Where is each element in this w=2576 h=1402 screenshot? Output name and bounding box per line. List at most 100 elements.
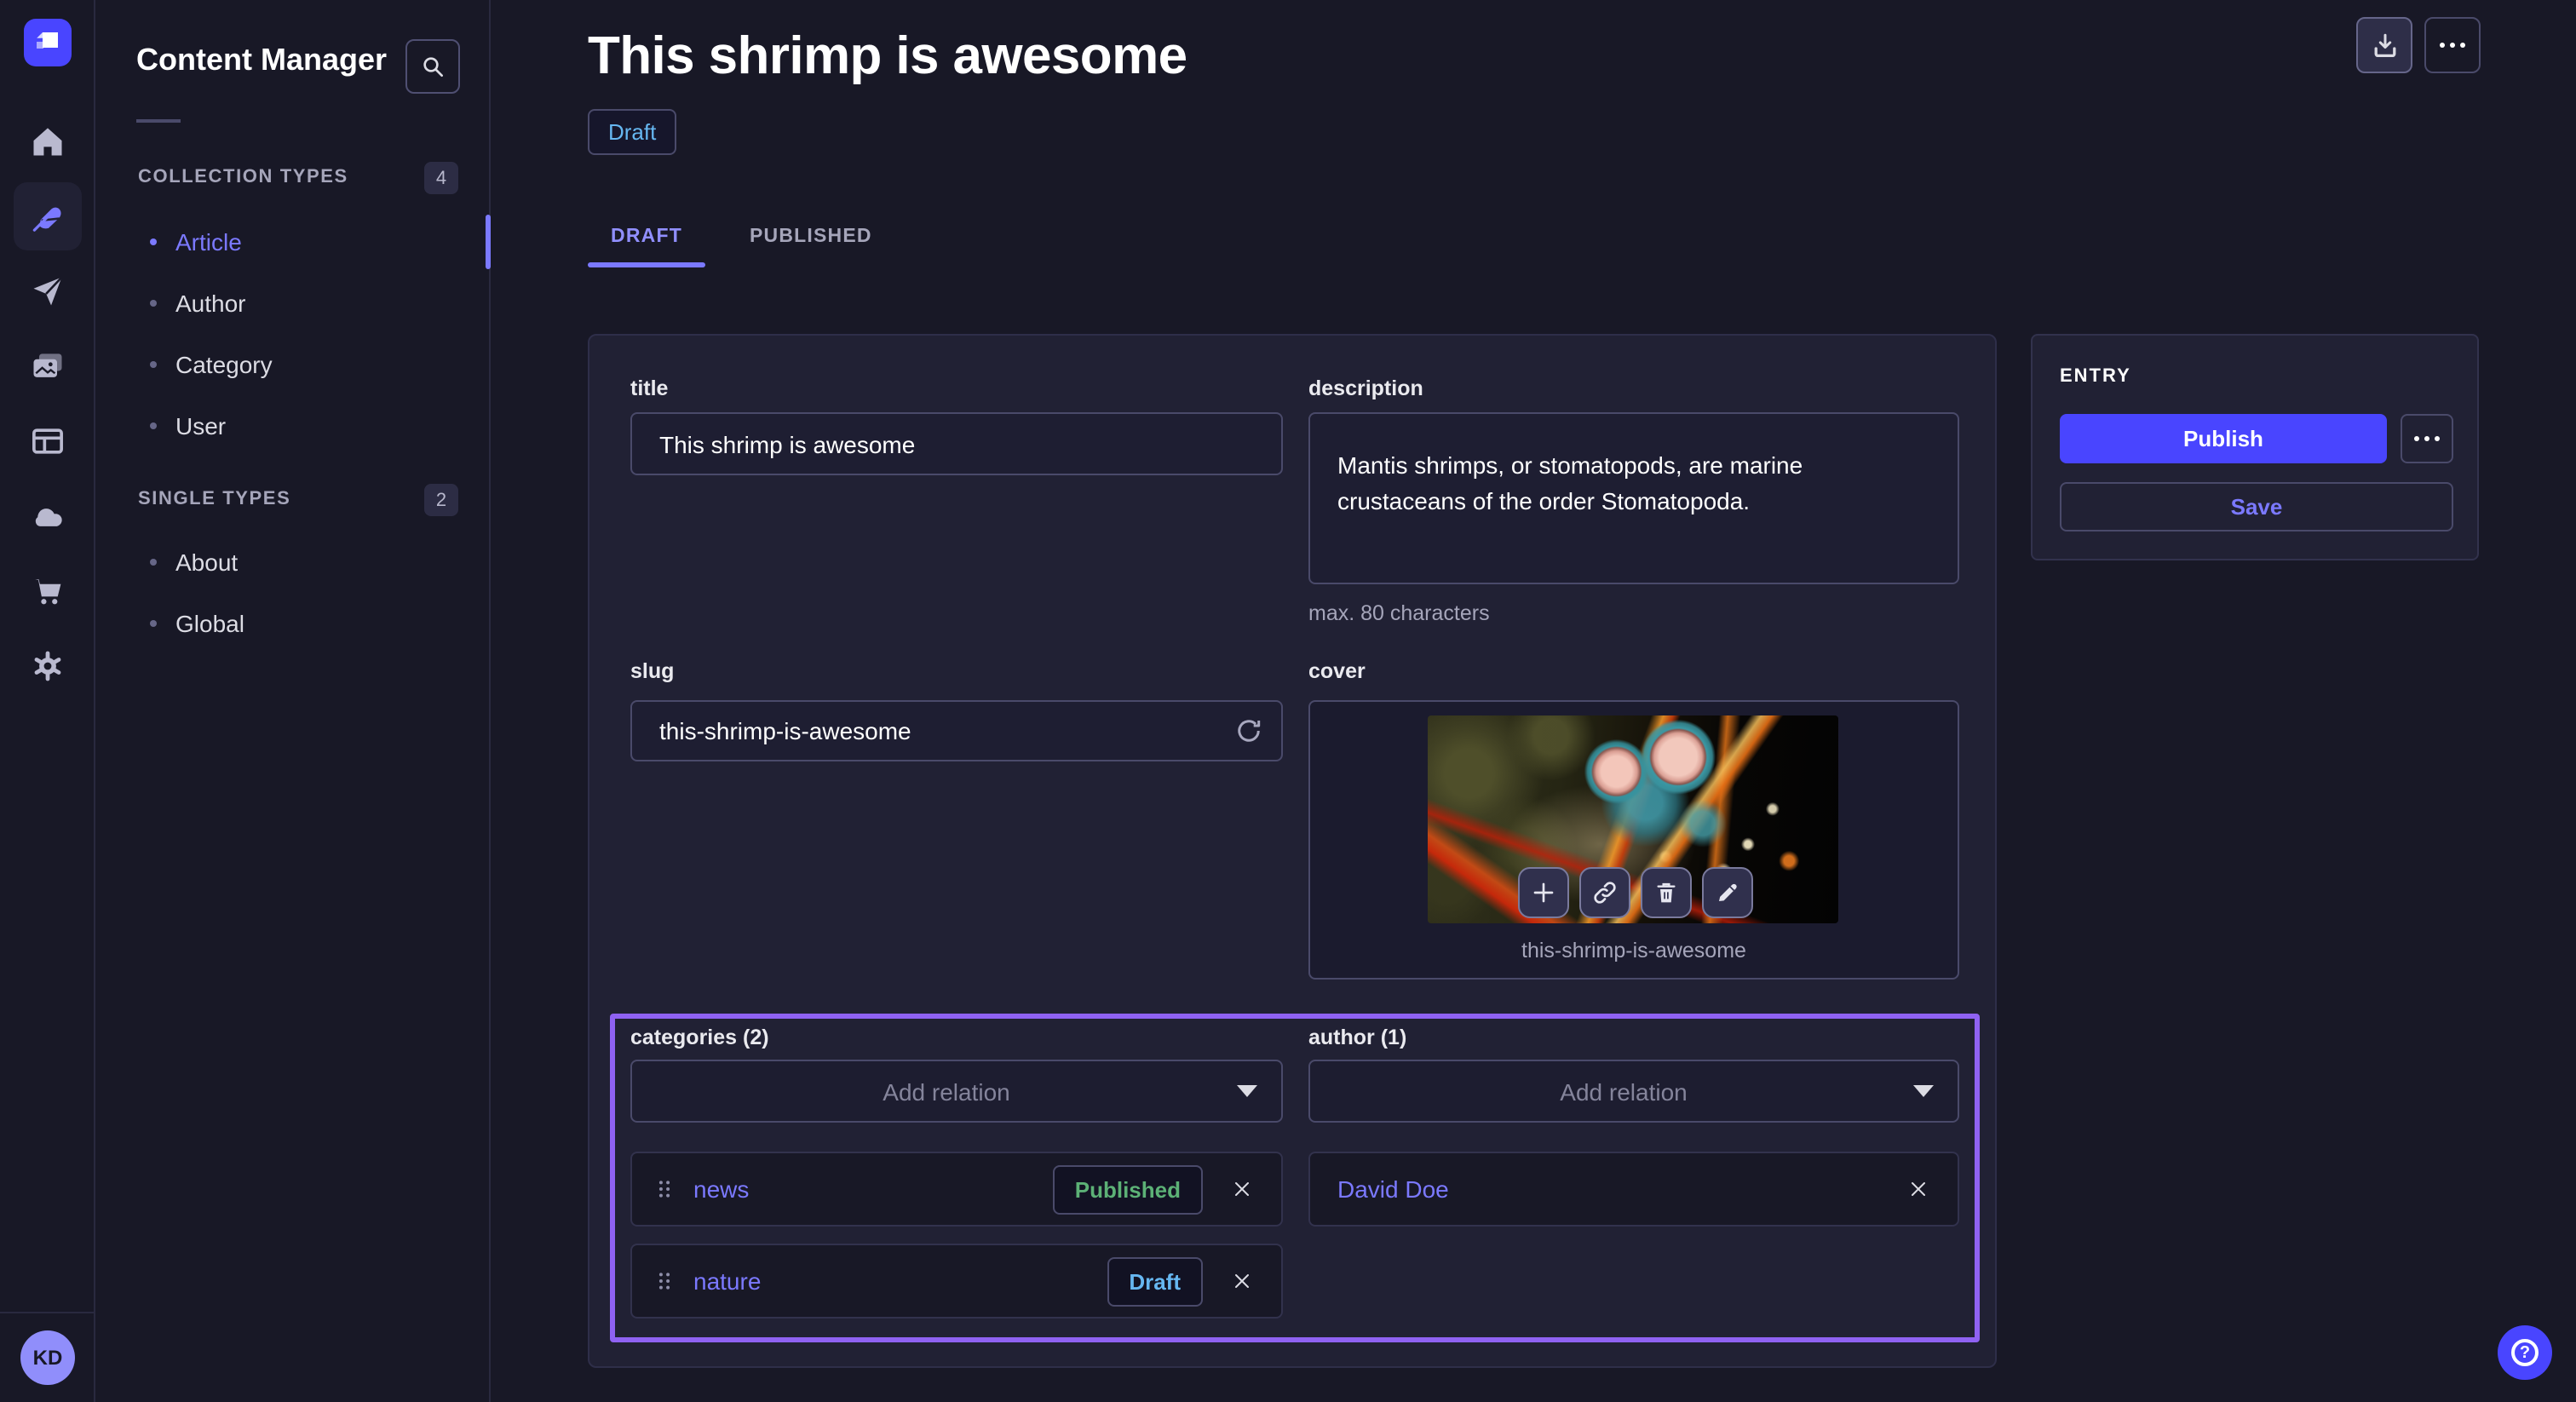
active-item-indicator [486, 215, 491, 269]
link-icon [1591, 879, 1619, 906]
refresh-icon [1233, 715, 1264, 746]
drag-handle-icon[interactable] [653, 1269, 676, 1293]
help-button[interactable]: ? [2498, 1325, 2552, 1380]
relation-status-badge: Draft [1107, 1256, 1203, 1306]
sidebar-title: Content Manager [136, 43, 387, 78]
releases-icon[interactable] [14, 257, 82, 325]
cloud-deploy-icon[interactable] [14, 482, 82, 550]
title-input[interactable] [632, 414, 1281, 474]
copy-link-button[interactable] [1579, 867, 1630, 918]
sidebar-item-category[interactable]: Category [95, 334, 491, 395]
sidebar-item-label: Article [175, 228, 242, 256]
bullet-icon [150, 361, 157, 368]
save-button[interactable]: Save [2060, 482, 2453, 531]
cover-field-label: cover [1308, 659, 1366, 683]
strapi-logo-icon [24, 19, 72, 66]
icon-rail: KD [0, 0, 95, 1402]
bullet-icon [150, 559, 157, 566]
publish-button[interactable]: Publish [2060, 414, 2387, 463]
section-count-badge: 2 [424, 484, 458, 516]
add-media-button[interactable] [1518, 867, 1569, 918]
single-types-header: SINGLE TYPES 2 [95, 484, 491, 516]
caret-down-icon [1913, 1085, 1934, 1097]
relation-link[interactable]: news [693, 1175, 1036, 1203]
remove-relation-button[interactable] [1223, 1262, 1261, 1300]
description-textarea[interactable]: Mantis shrimps, or stomatopods, are mari… [1308, 412, 1959, 584]
entry-panel-title: ENTRY [2060, 366, 2131, 387]
content-manager-icon[interactable] [14, 182, 82, 250]
sidebar-item-global[interactable]: Global [95, 593, 491, 654]
trash-icon [1653, 879, 1680, 906]
close-icon [1908, 1179, 1929, 1199]
cover-field: this-shrimp-is-awesome [1308, 700, 1959, 980]
sidebar-item-about[interactable]: About [95, 531, 491, 593]
slug-field [630, 700, 1283, 761]
combobox-placeholder: Add relation [1334, 1077, 1913, 1105]
sidebar-item-user[interactable]: User [95, 395, 491, 457]
cover-filename: this-shrimp-is-awesome [1310, 939, 1958, 962]
slug-input[interactable] [632, 702, 1281, 760]
settings-gear-icon[interactable] [14, 632, 82, 700]
relation-link[interactable]: David Doe [1337, 1175, 1883, 1203]
strapi-logo[interactable] [24, 19, 72, 66]
rail-footer: KD [0, 1312, 95, 1402]
version-tabs: DRAFT PUBLISHED [588, 204, 917, 267]
user-avatar[interactable]: KD [20, 1330, 75, 1385]
bullet-icon [150, 620, 157, 627]
sidebar-item-article[interactable]: Article [95, 211, 491, 273]
sidebar-item-label: Author [175, 290, 246, 317]
page-more-actions-button[interactable] [2424, 17, 2481, 73]
title-field [630, 412, 1283, 475]
title-field-label: title [630, 376, 668, 400]
remove-relation-button[interactable] [1900, 1170, 1937, 1208]
question-mark-icon: ? [2511, 1339, 2539, 1366]
search-icon [419, 53, 446, 80]
sidebar-item-label: User [175, 412, 226, 440]
search-button[interactable] [405, 39, 460, 94]
sidebar-divider [136, 119, 181, 123]
relation-row-author: David Doe [1308, 1152, 1959, 1227]
cover-actions [1518, 867, 1753, 918]
relation-row-news: news Published [630, 1152, 1283, 1227]
delete-media-button[interactable] [1641, 867, 1692, 918]
combobox-placeholder: Add relation [656, 1077, 1237, 1105]
bullet-icon [150, 300, 157, 307]
tab-draft[interactable]: DRAFT [588, 204, 705, 267]
section-count-badge: 4 [424, 162, 458, 194]
author-field-label: author (1) [1308, 1026, 1406, 1049]
slug-field-label: slug [630, 659, 674, 683]
section-label: SINGLE TYPES [138, 489, 290, 509]
marketplace-cart-icon[interactable] [14, 557, 82, 625]
bullet-icon [150, 422, 157, 429]
export-button[interactable] [2356, 17, 2412, 73]
edit-form-card: title description Mantis shrimps, or sto… [588, 334, 1997, 1368]
plus-icon [1530, 879, 1557, 906]
edit-media-button[interactable] [1702, 867, 1753, 918]
regenerate-slug-button[interactable] [1233, 715, 1264, 746]
entry-panel: ENTRY Publish Save [2031, 334, 2479, 560]
relation-row-nature: nature Draft [630, 1244, 1283, 1319]
drag-handle-icon[interactable] [653, 1177, 676, 1201]
ellipsis-icon [2414, 436, 2440, 441]
single-types-list: About Global [95, 531, 491, 654]
section-label: COLLECTION TYPES [138, 167, 348, 187]
media-library-icon[interactable] [14, 332, 82, 400]
content-type-builder-icon[interactable] [14, 407, 82, 475]
remove-relation-button[interactable] [1223, 1170, 1261, 1208]
relation-link[interactable]: nature [693, 1267, 1090, 1295]
tab-published[interactable]: PUBLISHED [705, 204, 917, 267]
status-badge: Draft [588, 109, 676, 155]
relations-highlight-box: categories (2) Add relation news Publish… [610, 1014, 1980, 1342]
download-icon [2369, 30, 2400, 60]
relation-status-badge: Published [1053, 1164, 1203, 1214]
close-icon [1232, 1179, 1252, 1199]
author-add-relation-combobox[interactable]: Add relation [1308, 1060, 1959, 1123]
content-manager-sidebar: Content Manager COLLECTION TYPES 4 Artic… [95, 0, 491, 1402]
categories-add-relation-combobox[interactable]: Add relation [630, 1060, 1283, 1123]
sidebar-item-label: Global [175, 610, 244, 637]
ellipsis-icon [2440, 43, 2465, 48]
caret-down-icon [1237, 1085, 1257, 1097]
sidebar-item-author[interactable]: Author [95, 273, 491, 334]
home-icon[interactable] [14, 107, 82, 175]
entry-more-actions-button[interactable] [2401, 414, 2453, 463]
